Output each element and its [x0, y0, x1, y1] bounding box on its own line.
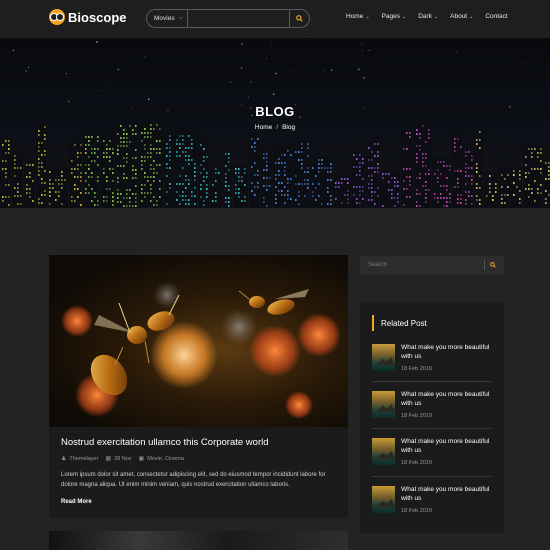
- related-post-item[interactable]: What make you more beautiful with us 18 …: [372, 438, 492, 478]
- brand-name: Bioscope: [68, 9, 127, 25]
- related-post-title[interactable]: What make you more beautiful with us: [401, 391, 492, 408]
- search-category-label: Movies: [154, 15, 175, 22]
- related-post-title[interactable]: What make you more beautiful with us: [401, 344, 492, 361]
- post-date: ▦ 28 Nov: [105, 455, 132, 463]
- city-skyline-illustration: [0, 39, 550, 208]
- nav-item-label: Dark: [418, 13, 432, 20]
- folder-icon: ▣: [138, 456, 145, 462]
- related-post-text: What make you more beautiful with us 18 …: [401, 486, 492, 526]
- breadcrumb-home-link[interactable]: Home: [255, 124, 272, 131]
- related-post-date: 18 Feb 2019: [401, 460, 432, 466]
- widget-heading: Related Post: [372, 315, 427, 331]
- sidebar-search-input[interactable]: [360, 256, 484, 274]
- post-body: Nostrud exercitation ullamco this Corpor…: [49, 427, 348, 518]
- related-post-item[interactable]: What make you more beautiful with us 18 …: [372, 391, 492, 431]
- blog-post-card-2-image[interactable]: [49, 531, 348, 550]
- nav-item-label: Home: [346, 13, 364, 20]
- related-post-text: What make you more beautiful with us 18 …: [401, 391, 492, 431]
- page: Bioscope Movies ⌵ Home ⌄ Pages ⌄ Dark ⌄ …: [0, 0, 550, 550]
- post-categories-text: Movie, Cinema: [147, 455, 184, 462]
- related-post-title[interactable]: What make you more beautiful with us: [401, 438, 492, 455]
- main-nav: Home ⌄ Pages ⌄ Dark ⌄ About ⌄ Contact: [346, 13, 520, 20]
- nav-item-dark[interactable]: Dark ⌄: [418, 13, 438, 20]
- breadcrumb-separator: /: [276, 124, 279, 131]
- post-image[interactable]: [49, 255, 348, 427]
- related-post-widget: Related Post What make you more beautifu…: [360, 302, 504, 533]
- divider: [372, 428, 491, 429]
- search-icon: [296, 15, 303, 22]
- nav-item-label: Pages: [381, 13, 400, 20]
- search-icon: [489, 262, 496, 268]
- breadcrumb-current: Blog: [282, 124, 296, 131]
- nav-item-home[interactable]: Home ⌄: [346, 13, 370, 20]
- post-excerpt: Lorem ipsum dolor sit amet, consectetur …: [61, 472, 326, 488]
- sidebar-search-button[interactable]: [484, 260, 500, 270]
- related-post-thumbnail[interactable]: [372, 486, 396, 513]
- page-hero: BLOG Home / Blog: [0, 38, 550, 208]
- related-post-item[interactable]: What make you more beautiful with us 18 …: [372, 344, 492, 384]
- post-author[interactable]: ♟ Themelayer: [61, 455, 99, 463]
- page-title: BLOG: [255, 104, 295, 119]
- nav-item-label: About: [450, 13, 468, 20]
- header-search: Movies ⌵: [146, 9, 310, 28]
- chevron-down-icon: ⌄: [433, 13, 439, 20]
- related-post-thumbnail[interactable]: [372, 344, 396, 371]
- related-post-title[interactable]: What make you more beautiful with us: [401, 486, 492, 503]
- related-post-date: 18 Feb 2019: [401, 508, 432, 514]
- related-post-date: 18 Feb 2019: [401, 413, 432, 419]
- post-date-text: 28 Nov: [114, 455, 132, 462]
- related-post-text: What make you more beautiful with us 18 …: [401, 344, 492, 384]
- chevron-down-icon: ⌄: [401, 13, 407, 20]
- chevron-down-icon: ⌄: [365, 13, 370, 20]
- related-post-item[interactable]: What make you more beautiful with us 18 …: [372, 486, 492, 526]
- read-more-link[interactable]: Read More: [61, 499, 92, 505]
- nav-item-pages[interactable]: Pages ⌄: [382, 13, 407, 20]
- post-categories[interactable]: ▣ Movie, Cinema: [138, 455, 184, 463]
- site-header: Bioscope Movies ⌵ Home ⌄ Pages ⌄ Dark ⌄ …: [0, 0, 550, 38]
- wasp-macro-photo: [61, 281, 341, 419]
- brand-logo[interactable]: Bioscope: [49, 9, 127, 25]
- owl-logo-icon: [49, 9, 65, 25]
- search-button[interactable]: [289, 10, 309, 27]
- search-input[interactable]: [188, 10, 290, 27]
- post-title[interactable]: Nostrud exercitation ullamco this Corpor…: [61, 437, 336, 448]
- chevron-down-icon: ⌵: [178, 15, 184, 21]
- post-author-name: Themelayer: [69, 455, 99, 462]
- related-post-thumbnail[interactable]: [372, 391, 396, 418]
- sidebar-search: [360, 256, 504, 274]
- related-post-date: 18 Feb 2019: [401, 366, 432, 372]
- nav-item-contact[interactable]: Contact: [485, 13, 507, 20]
- nav-item-label: Contact: [485, 13, 508, 20]
- divider: [372, 476, 491, 477]
- chevron-down-icon: ⌄: [469, 13, 474, 20]
- blog-post-card: Nostrud exercitation ullamco this Corpor…: [49, 255, 348, 518]
- divider: [372, 381, 491, 382]
- nav-item-about[interactable]: About ⌄: [450, 13, 473, 20]
- post-meta: ♟ Themelayer ▦ 28 Nov ▣ Movie, Cinema: [61, 455, 336, 463]
- user-icon: ♟: [61, 456, 67, 462]
- related-post-thumbnail[interactable]: [372, 438, 396, 465]
- search-category-select[interactable]: Movies ⌵: [147, 10, 189, 27]
- related-post-text: What make you more beautiful with us 18 …: [401, 438, 492, 478]
- breadcrumb: Home / Blog: [0, 124, 550, 131]
- calendar-icon: ▦: [105, 456, 112, 462]
